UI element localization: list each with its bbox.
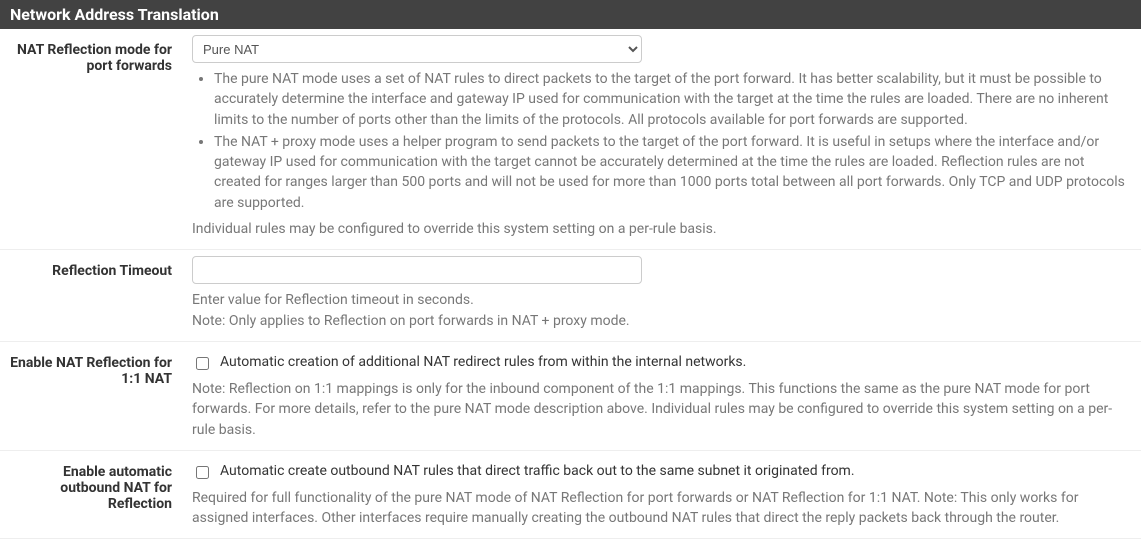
checkbox-row-1to1: Automatic creation of additional NAT red… xyxy=(192,354,1131,373)
label-enable-auto-outbound: Enable automatic outbound NAT for Reflec… xyxy=(0,457,182,529)
field-enable-1to1: Enable NAT Reflection for 1:1 NAT Automa… xyxy=(0,342,1141,451)
help-enable-auto-outbound: Required for full functionality of the p… xyxy=(192,488,1131,529)
content-enable-auto-outbound: Automatic create outbound NAT rules that… xyxy=(182,457,1141,529)
checkbox-label-auto-outbound: Automatic create outbound NAT rules that… xyxy=(220,463,855,479)
field-nat-reflection-mode: NAT Reflection mode for port forwards Pu… xyxy=(0,29,1141,250)
help-bullet-pure-nat: The pure NAT mode uses a set of NAT rule… xyxy=(214,69,1131,130)
field-enable-auto-outbound: Enable automatic outbound NAT for Reflec… xyxy=(0,451,1141,539)
help-enable-1to1: Note: Reflection on 1:1 mappings is only… xyxy=(192,379,1131,440)
content-enable-1to1: Automatic creation of additional NAT red… xyxy=(182,348,1141,440)
help-bullet-nat-proxy: The NAT + proxy mode uses a helper progr… xyxy=(214,132,1131,213)
label-nat-reflection-mode: NAT Reflection mode for port forwards xyxy=(0,35,182,239)
checkbox-enable-auto-outbound[interactable] xyxy=(196,466,209,479)
panel-heading: Network Address Translation xyxy=(0,0,1141,29)
help-reflection-timeout-1: Enter value for Reflection timeout in se… xyxy=(192,290,1131,310)
help-note-reflection-mode: Individual rules may be configured to ov… xyxy=(192,219,1131,239)
label-enable-1to1: Enable NAT Reflection for 1:1 NAT xyxy=(0,348,182,440)
input-reflection-timeout[interactable] xyxy=(192,256,642,284)
content-reflection-timeout: Enter value for Reflection timeout in se… xyxy=(182,256,1141,331)
content-nat-reflection-mode: Pure NAT The pure NAT mode uses a set of… xyxy=(182,35,1141,239)
checkbox-enable-1to1[interactable] xyxy=(196,357,209,370)
label-reflection-timeout: Reflection Timeout xyxy=(0,256,182,331)
checkbox-label-1to1: Automatic creation of additional NAT red… xyxy=(220,354,746,370)
checkbox-row-auto-outbound: Automatic create outbound NAT rules that… xyxy=(192,463,1131,482)
field-reflection-timeout: Reflection Timeout Enter value for Refle… xyxy=(0,250,1141,342)
help-list-reflection-mode: The pure NAT mode uses a set of NAT rule… xyxy=(192,69,1131,213)
select-nat-reflection-mode[interactable]: Pure NAT xyxy=(192,35,642,63)
help-reflection-timeout-2: Note: Only applies to Reflection on port… xyxy=(192,311,1131,331)
